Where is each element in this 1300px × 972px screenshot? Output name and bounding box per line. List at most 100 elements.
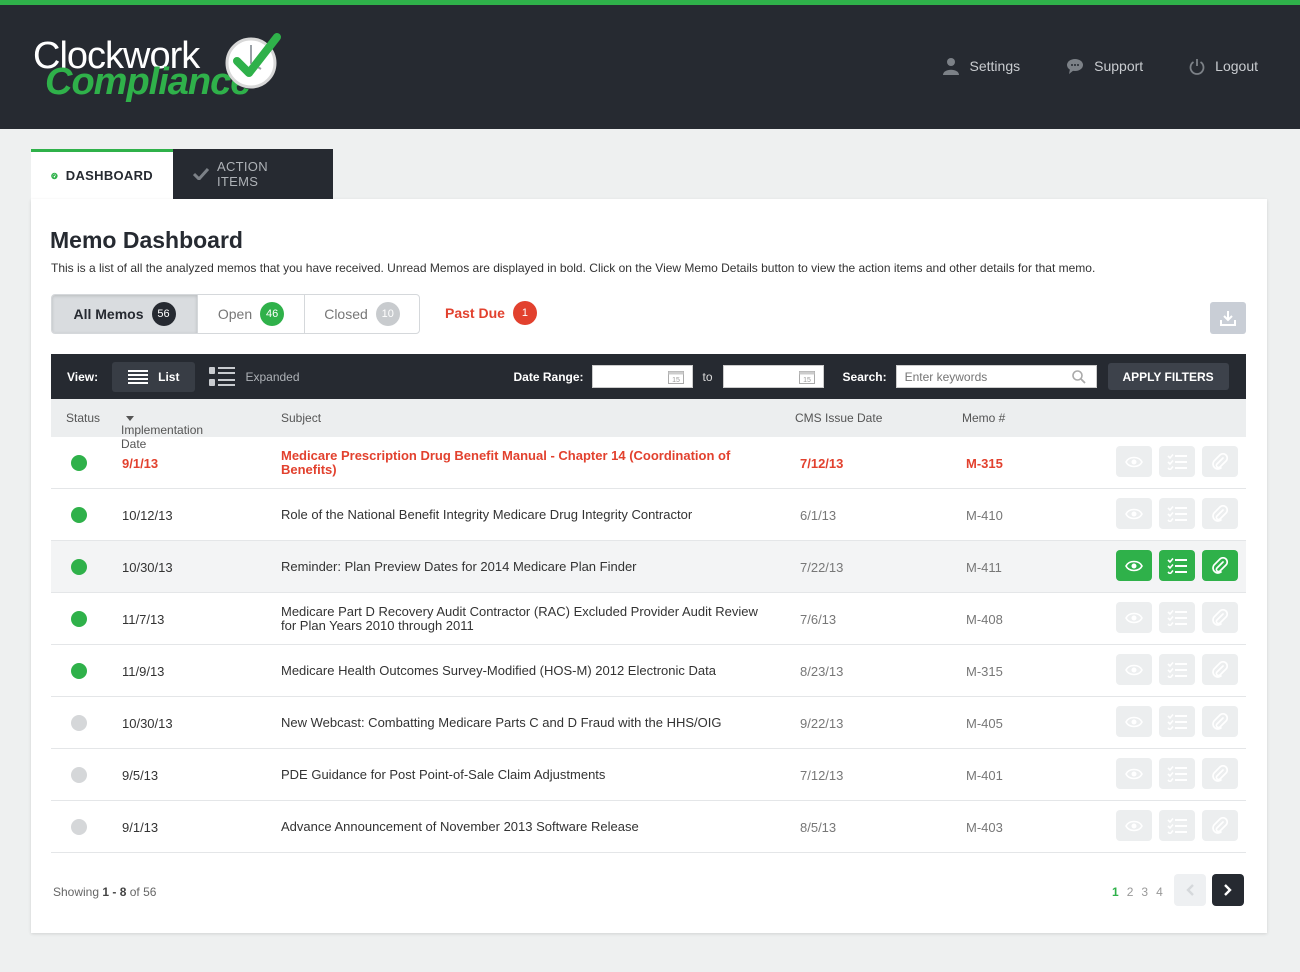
attachments-button[interactable] [1202,550,1238,581]
dashboard-panel: Memo Dashboard This is a list of all the… [31,199,1267,933]
subject-cell[interactable]: Medicare Health Outcomes Survey-Modified… [281,664,761,678]
logout-link[interactable]: Logout [1189,57,1258,75]
support-link[interactable]: Support [1066,57,1143,75]
filter-all-memos[interactable]: All Memos 56 [52,295,198,333]
next-page-button[interactable] [1212,874,1244,906]
checkmark-icon [193,168,209,180]
action-items-button[interactable] [1159,602,1195,633]
user-icon [942,58,959,75]
showing-range: 1 - 8 [102,885,127,899]
date-to-input[interactable]: 15 [722,365,824,388]
page-numbers: 1234 [1112,885,1163,899]
table-row[interactable]: 10/12/13 Role of the National Benefit In… [51,489,1246,541]
page-number-link[interactable]: 2 [1127,885,1134,899]
col-memo-number[interactable]: Memo # [962,411,1005,425]
subject-cell[interactable]: Role of the National Benefit Integrity M… [281,508,761,522]
col-cms-issue-date[interactable]: CMS Issue Date [795,411,882,425]
filter-open[interactable]: Open 46 [198,295,305,333]
logo[interactable]: Clockwork Compliance [33,31,283,109]
search-icon [1071,370,1086,384]
memo-number-cell: M-405 [966,716,1003,731]
view-expanded-label: Expanded [245,369,300,384]
table-row[interactable]: 10/30/13 Reminder: Plan Preview Dates fo… [51,541,1246,593]
expanded-list-icon [209,366,236,386]
col-implementation-date[interactable]: Implementation Date [121,411,203,451]
download-button[interactable] [1210,302,1246,334]
tab-action-items-label: ACTION ITEMS [216,159,268,189]
subject-cell[interactable]: Medicare Part D Recovery Audit Contracto… [281,605,761,633]
view-memo-button[interactable] [1116,706,1152,737]
table-row[interactable]: 11/9/13 Medicare Health Outcomes Survey-… [51,645,1246,697]
subject-cell[interactable]: Reminder: Plan Preview Dates for 2014 Me… [281,560,761,574]
apply-filters-button[interactable]: APPLY FILTERS [1107,363,1229,390]
subject-cell[interactable]: Advance Announcement of November 2013 So… [281,820,761,834]
view-memo-button[interactable] [1116,654,1152,685]
main-tabs: DASHBOARD ACTION ITEMS [31,149,333,199]
settings-label: Settings [969,58,1021,74]
page-number-link[interactable]: 4 [1156,885,1163,899]
view-list-button[interactable]: List [112,361,196,392]
memo-number-cell: M-403 [966,820,1003,835]
view-memo-button[interactable] [1116,810,1152,841]
view-memo-button[interactable] [1116,498,1152,529]
action-items-button[interactable] [1159,446,1195,477]
action-items-button[interactable] [1159,550,1195,581]
view-expanded-button[interactable]: Expanded [195,362,315,392]
tab-action-items[interactable]: ACTION ITEMS [173,149,333,199]
attachments-button[interactable] [1202,706,1238,737]
checklist-icon [1167,661,1187,678]
implementation-date-cell: 10/30/13 [122,716,173,731]
attachments-button[interactable] [1202,654,1238,685]
subject-cell[interactable]: Medicare Prescription Drug Benefit Manua… [281,449,761,477]
view-memo-button[interactable] [1116,446,1152,477]
status-dot [71,715,87,731]
table-row[interactable]: 9/1/13 Advance Announcement of November … [51,801,1246,853]
sort-down-icon [126,416,134,422]
subject-cell[interactable]: New Webcast: Combatting Medicare Parts C… [281,716,761,730]
eye-icon [1125,508,1143,519]
app-header: Clockwork Compliance Settings Support Lo… [0,5,1300,129]
attachments-button[interactable] [1202,758,1238,789]
prev-page-button[interactable] [1174,874,1206,906]
action-items-button[interactable] [1159,654,1195,685]
showing-total: of 56 [129,885,157,899]
page-number-link[interactable]: 1 [1112,885,1119,899]
list-icon [128,369,149,384]
filter-open-count: 46 [260,302,285,326]
attachments-button[interactable] [1202,810,1238,841]
search-input[interactable] [896,366,1067,387]
filter-closed[interactable]: Closed 10 [305,295,419,333]
filter-all-count: 56 [151,302,176,326]
action-items-button[interactable] [1159,706,1195,737]
action-items-button[interactable] [1159,498,1195,529]
view-memo-button[interactable] [1116,602,1152,633]
tab-dashboard-label: DASHBOARD [65,168,153,183]
tab-dashboard[interactable]: DASHBOARD [31,149,173,199]
cms-issue-date-cell: 7/12/13 [800,456,844,471]
memo-number-cell: M-315 [966,664,1003,679]
table-row[interactable]: 9/5/13 PDE Guidance for Post Point-of-Sa… [51,749,1246,801]
memo-number-cell: M-410 [966,508,1003,523]
implementation-date-cell: 9/5/13 [122,768,159,783]
table-row[interactable]: 11/7/13 Medicare Part D Recovery Audit C… [51,593,1246,645]
view-memo-button[interactable] [1116,758,1152,789]
view-memo-button[interactable] [1116,550,1152,581]
row-actions [1116,550,1238,581]
page-number-link[interactable]: 3 [1141,885,1148,899]
search-field[interactable] [895,365,1097,388]
settings-link[interactable]: Settings [942,57,1021,75]
filter-past-due[interactable]: Past Due 1 [445,301,537,325]
date-from-input[interactable]: 15 [591,365,693,388]
subject-cell[interactable]: PDE Guidance for Post Point-of-Sale Clai… [281,768,761,782]
attachments-button[interactable] [1202,498,1238,529]
attachments-button[interactable] [1202,602,1238,633]
logo-text-line2: Compliance [45,61,251,103]
col-subject[interactable]: Subject [281,411,321,425]
action-items-button[interactable] [1159,758,1195,789]
table-row[interactable]: 9/1/13 Medicare Prescription Drug Benefi… [51,437,1246,489]
table-row[interactable]: 10/30/13 New Webcast: Combatting Medicar… [51,697,1246,749]
checklist-icon [1167,765,1187,782]
col-status[interactable]: Status [66,411,100,425]
action-items-button[interactable] [1159,810,1195,841]
attachments-button[interactable] [1202,446,1238,477]
